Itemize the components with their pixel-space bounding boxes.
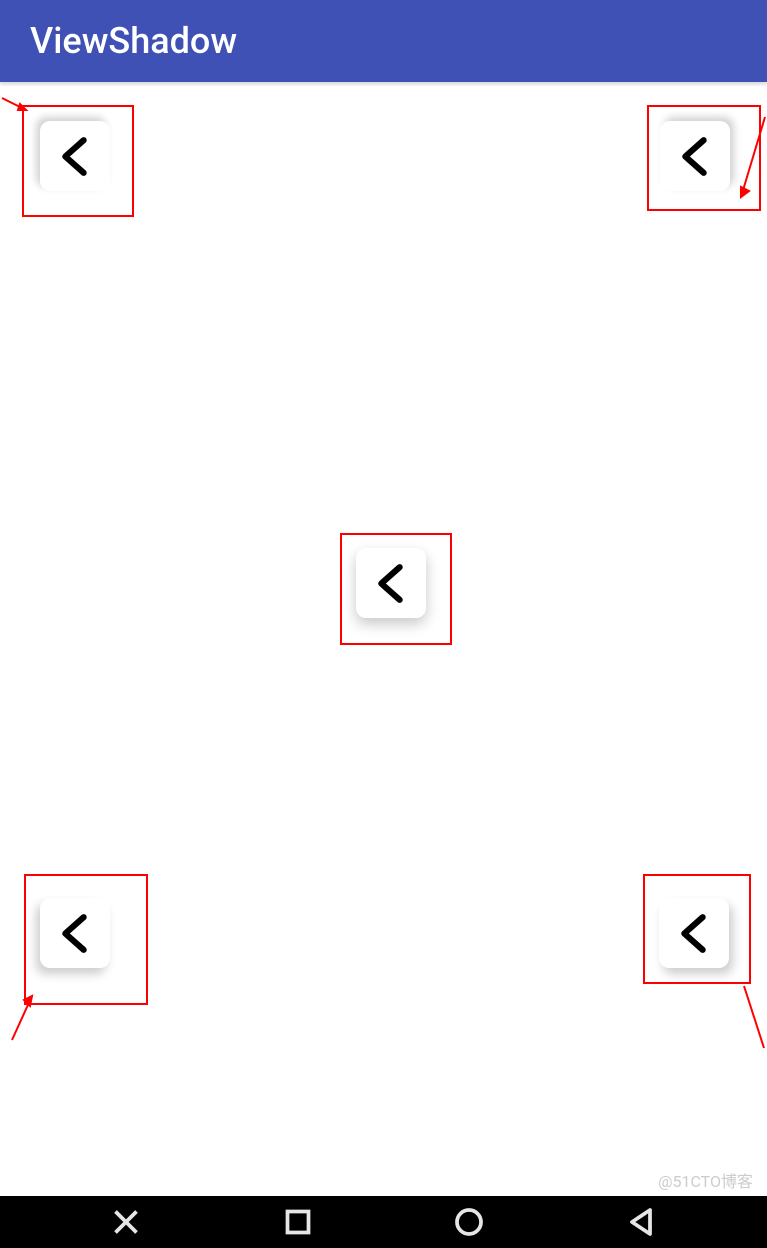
app-bar: ViewShadow [0,0,767,82]
shadow-card-top-left[interactable] [40,121,110,191]
watermark: @51CTO博客 [658,1168,753,1192]
app-title: ViewShadow [30,20,237,62]
shadow-card-top-right[interactable] [660,121,730,191]
chevron-left-icon [367,559,416,608]
shadow-card-center[interactable] [356,548,426,618]
annotation-arrow-bottom-left [8,990,38,1045]
system-nav-bar [0,1196,767,1248]
triangle-back-icon[interactable] [623,1204,659,1240]
annotation-arrow-top-right [735,115,767,205]
chevron-left-icon [51,909,100,958]
square-icon[interactable] [280,1204,316,1240]
shadow-card-bottom-left[interactable] [40,898,110,968]
shadow-card-bottom-right[interactable] [659,898,729,968]
annotation-arrow-bottom-right [722,982,767,1052]
circle-icon[interactable] [451,1204,487,1240]
annotation-arrow-top-left [0,96,30,116]
chevron-left-icon [670,909,719,958]
chevron-left-icon [51,132,100,181]
chevron-left-icon [671,132,720,181]
close-icon[interactable] [108,1204,144,1240]
